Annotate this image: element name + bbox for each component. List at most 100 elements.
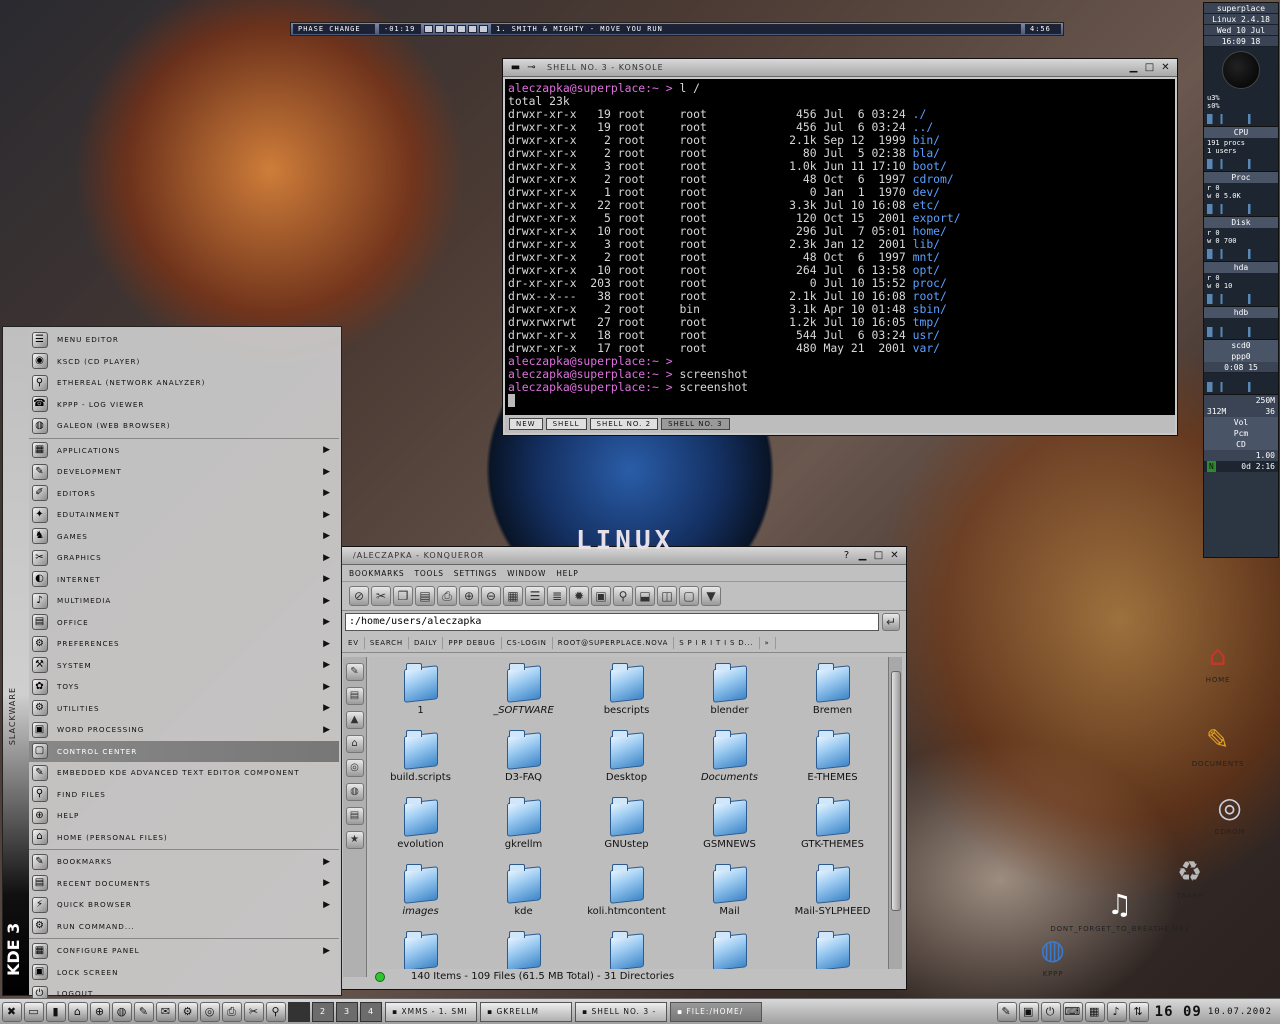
help-icon[interactable]: ? xyxy=(840,550,854,562)
desktop-1[interactable] xyxy=(288,1001,310,1022)
minimize-icon[interactable]: ▁ xyxy=(856,550,870,562)
menu-item[interactable]: ✎ BOOKMARKS ▶ xyxy=(29,851,339,873)
cut-icon[interactable]: ✂ xyxy=(371,586,391,606)
konsole-window[interactable]: ▬ ⊸ SHELL NO. 3 - KONSOLE ▁ □ ✕ aleczapk… xyxy=(502,58,1178,436)
desktop-icon[interactable]: ⌂ HOME xyxy=(1183,636,1253,684)
bookmark-item[interactable]: PPP DEBUG xyxy=(443,636,502,649)
bookmark-item[interactable]: S P I R I T I S D... xyxy=(674,636,760,649)
find-icon[interactable]: ⚲ xyxy=(266,1001,286,1022)
folder-item[interactable]: Mail xyxy=(678,862,781,929)
menu-window[interactable]: WINDOW xyxy=(507,569,546,578)
menu-item[interactable]: ◐ INTERNET ▶ xyxy=(29,569,339,591)
menu-item[interactable]: ⚙ PREFERENCES ▶ xyxy=(29,633,339,655)
folder-item[interactable]: koli.htmcontent xyxy=(575,862,678,929)
sidebar-globe-icon[interactable]: ◍ xyxy=(345,783,364,801)
mail-icon[interactable]: ✉ xyxy=(156,1001,176,1022)
folder-item[interactable]: kde xyxy=(472,862,575,929)
menu-item[interactable]: ✐ EDITORS ▶ xyxy=(29,483,339,505)
minimize-icon[interactable]: ▁ xyxy=(1127,62,1141,74)
pause-icon[interactable] xyxy=(446,25,455,33)
network-icon[interactable]: ◎ xyxy=(200,1001,220,1022)
menu-item[interactable]: ▤ OFFICE ▶ xyxy=(29,612,339,634)
menu-item[interactable]: ☎ KPPP - LOG VIEWER xyxy=(29,394,339,416)
menu-item[interactable]: ▤ RECENT DOCUMENTS ▶ xyxy=(29,873,339,895)
browser-icon[interactable]: ◍ xyxy=(112,1001,132,1022)
pin-icon[interactable]: ⊸ xyxy=(525,62,539,74)
sidebar-history-icon[interactable]: ▤ xyxy=(345,807,364,825)
menu-item[interactable]: ⚙ RUN COMMAND... xyxy=(29,916,339,938)
sidebar-star-icon[interactable]: ★ xyxy=(345,831,364,849)
folder-item[interactable]: _SOFTWARE xyxy=(472,661,575,728)
stop-icon[interactable]: ⊘ xyxy=(349,586,369,606)
menu-item[interactable]: ✎ EMBEDDED KDE ADVANCED TEXT EDITOR COMPO… xyxy=(29,762,339,784)
bookmark-overflow-icon[interactable]: » xyxy=(760,636,776,649)
menu-item[interactable]: ▢ CONTROL CENTER xyxy=(29,740,339,762)
settings-icon[interactable]: ⚙ xyxy=(178,1001,198,1022)
folder-item[interactable] xyxy=(369,929,472,969)
menu-item[interactable]: ◍ GALEON (WEB BROWSER) xyxy=(29,415,339,437)
folder-item[interactable]: gkrellm xyxy=(472,795,575,862)
konsole-tab[interactable]: SHELL NO. 2 xyxy=(589,418,659,430)
folder-item[interactable]: GNUstep xyxy=(575,795,678,862)
desktop-switch-2[interactable]: 2 xyxy=(312,1001,334,1022)
konsole-tab[interactable]: NEW xyxy=(509,418,543,430)
eject-icon[interactable] xyxy=(479,25,488,33)
bookmark-item[interactable]: CS-LOGIN xyxy=(502,636,553,649)
task-button[interactable]: ▪ SHELL NO. 3 - xyxy=(575,1001,667,1022)
menu-item[interactable]: ⚲ ETHEREAL (NETWORK ANALYZER) xyxy=(29,372,339,394)
folder-item[interactable]: build.scripts xyxy=(369,728,472,795)
folder-item[interactable]: 1 xyxy=(369,661,472,728)
volume-icon[interactable]: ♪ xyxy=(1106,1001,1127,1022)
folder-item[interactable] xyxy=(781,929,884,969)
paste-icon[interactable]: ▤ xyxy=(415,586,435,606)
vertical-scrollbar[interactable] xyxy=(888,657,902,969)
menu-item[interactable]: ⚲ FIND FILES xyxy=(29,784,339,806)
power-icon[interactable]: ⏻ xyxy=(1040,1001,1061,1022)
desktop-icon[interactable]: ✎ DOCUMENTS xyxy=(1183,720,1253,768)
menu-item[interactable]: ▦ APPLICATIONS ▶ xyxy=(29,440,339,462)
konsole-titlebar[interactable]: ▬ ⊸ SHELL NO. 3 - KONSOLE ▁ □ ✕ xyxy=(503,59,1177,77)
kde-menu-icon[interactable]: ✖ xyxy=(2,1001,22,1022)
copy-icon[interactable]: ❐ xyxy=(393,586,413,606)
menu-bookmarks[interactable]: BOOKMARKS xyxy=(349,569,404,578)
location-input[interactable]: :/home/users/aleczapka xyxy=(345,613,879,631)
close-icon[interactable]: ✕ xyxy=(888,550,902,562)
menu-item[interactable]: ♞ GAMES ▶ xyxy=(29,526,339,548)
settings-icon[interactable]: ✹ xyxy=(569,586,589,606)
desktop-icon[interactable]: ◍ KPPP xyxy=(1018,930,1088,978)
folder-item[interactable] xyxy=(472,929,575,969)
show-desktop-icon[interactable]: ▭ xyxy=(24,1001,44,1022)
folder-item[interactable]: bescripts xyxy=(575,661,678,728)
folder-item[interactable]: evolution xyxy=(369,795,472,862)
sidebar-devices-icon[interactable]: ▤ xyxy=(345,687,364,705)
konqueror-window[interactable]: /ALECZAPKA - KONQUEROR ? ▁ □ ✕ BOOKMARKS… xyxy=(340,546,907,990)
sidebar-network-icon[interactable]: ◎ xyxy=(345,759,364,777)
play-icon[interactable] xyxy=(435,25,444,33)
sidebar-home-icon[interactable]: ⌂ xyxy=(345,735,364,753)
next-icon[interactable] xyxy=(468,25,477,33)
menu-item[interactable]: ▣ WORD PROCESSING ▶ xyxy=(29,719,339,741)
konsole-tab[interactable]: SHELL NO. 3 xyxy=(661,418,730,430)
file-icon-view[interactable]: 1 _SOFTWARE bescripts blender Bremen build.sc… xyxy=(369,657,891,969)
folder-item[interactable]: blender xyxy=(678,661,781,728)
menu-settings[interactable]: SETTINGS xyxy=(454,569,497,578)
sidebar-warning-icon[interactable]: ▲ xyxy=(345,711,364,729)
go-icon[interactable]: ↵ xyxy=(882,613,900,631)
zoom-out-icon[interactable]: ⊖ xyxy=(481,586,501,606)
klipper-icon[interactable]: ✎ xyxy=(996,1001,1017,1022)
kde-start-menu[interactable]: SLACKWARE KDE 3 ☰ MENU EDITOR ◉ KSCD (CD PL… xyxy=(2,326,342,1002)
split-vertical-icon[interactable]: ◫ xyxy=(657,586,677,606)
task-button[interactable]: ▪ GKRELLM xyxy=(480,1001,572,1022)
menu-item[interactable]: ✎ DEVELOPMENT ▶ xyxy=(29,461,339,483)
folder-item[interactable]: Mail-SYLPHEED xyxy=(781,862,884,929)
folder-item[interactable]: D3-FAQ xyxy=(472,728,575,795)
split-horizontal-icon[interactable]: ⬓ xyxy=(635,586,655,606)
terminal-output[interactable]: aleczapka@superplace:~ > l / total 23k drw… xyxy=(505,79,1175,415)
desktop-icon[interactable]: ◎ CDROM xyxy=(1195,788,1265,836)
xmms-player-bar[interactable]: PHASE CHANGE -01:19 1. SMITH & MIGHTY - … xyxy=(290,22,1064,36)
print-icon[interactable]: ⎙ xyxy=(222,1001,242,1022)
close-icon[interactable]: ✕ xyxy=(1159,62,1173,74)
editor-icon[interactable]: ✎ xyxy=(134,1001,154,1022)
icon-view-icon[interactable]: ▦ xyxy=(503,586,523,606)
folder-item[interactable] xyxy=(678,929,781,969)
